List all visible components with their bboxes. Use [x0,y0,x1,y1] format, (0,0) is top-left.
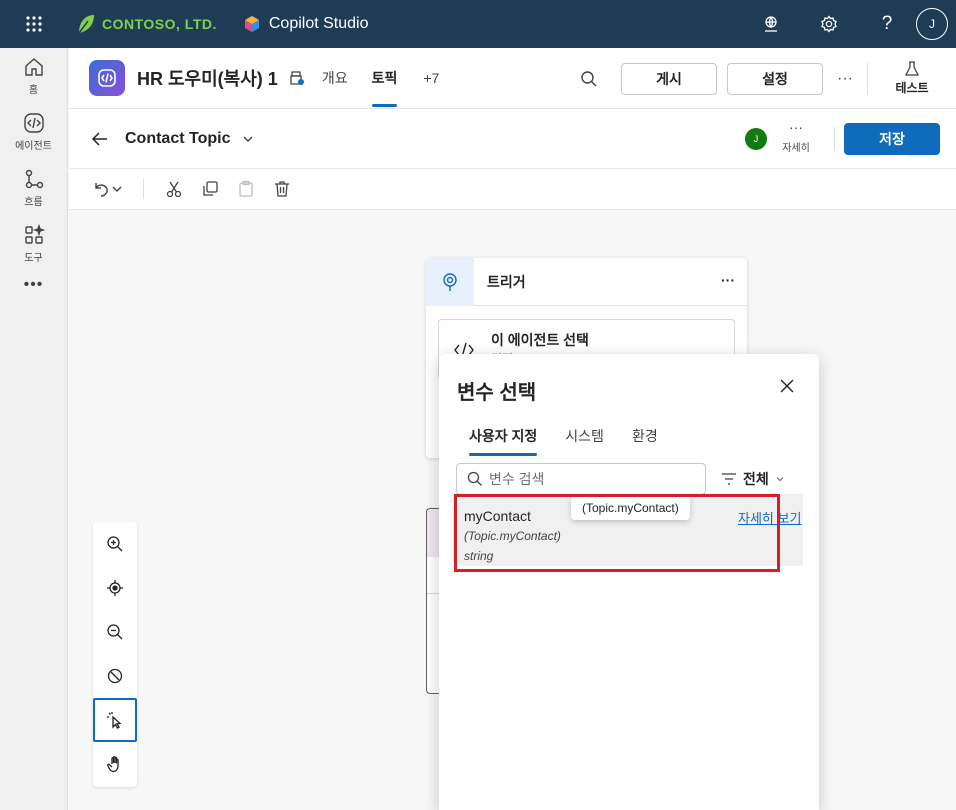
variable-picker-panel: 변수 선택 사용자 지정 시스템 환경 변수 검색 전체 myContact (… [439,354,819,810]
zoom-in-icon[interactable] [93,522,137,566]
user-avatar[interactable]: J [916,8,948,40]
trigger-more-button[interactable]: ··· [721,272,735,288]
divider [143,179,144,199]
nav-more-button[interactable]: ••• [0,276,67,294]
nav-label: 에이전트 [15,141,52,152]
leaf-icon [78,15,94,34]
topic-title[interactable]: Contact Topic [125,130,230,148]
search-icon [467,471,482,486]
pan-hand-icon[interactable] [93,742,137,786]
topic-more-button[interactable]: ··· 자세히 [781,119,811,154]
app-name: Copilot Studio [268,15,369,32]
trigger-condition-title: 이 에이전트 선택 [491,332,589,348]
tab-custom[interactable]: 사용자 지정 [457,422,549,456]
zoom-out-icon[interactable] [93,610,137,654]
delete-icon[interactable] [264,171,300,207]
nav-item-flows[interactable]: 흐름 [0,160,67,216]
variable-tabs: 사용자 지정 시스템 환경 [457,422,670,456]
tab-system[interactable]: 시스템 [553,422,616,456]
tab-topics[interactable]: 토픽 [371,48,397,109]
publish-button[interactable]: 게시 [621,62,717,95]
app-title[interactable]: Copilot Studio [243,15,369,33]
search-icon[interactable] [571,70,607,88]
test-button[interactable]: 테스트 [868,61,956,96]
variable-search-input[interactable]: 변수 검색 [456,463,706,495]
top-bar: CONTOSO, LTD. Copilot Studio ? J [0,0,956,48]
trigger-icon [426,257,474,306]
brand-logo: CONTOSO, LTD. [76,13,217,35]
tools-icon [24,224,45,244]
highlight-box [454,494,780,572]
brand-name: CONTOSO, LTD. [102,16,217,32]
edit-toolbar [69,169,956,210]
chevron-down-icon[interactable] [111,183,123,195]
filter-icon [722,473,736,485]
chevron-down-icon[interactable] [242,133,254,145]
copilot-studio-icon [244,16,259,32]
cut-icon[interactable] [156,171,192,207]
tab-environment[interactable]: 환경 [620,422,670,456]
agent-logo [89,60,125,96]
more-label: 자세히 [782,143,810,154]
more-options-button[interactable]: ··· [823,70,867,88]
tab-more[interactable]: +7 [423,48,439,109]
nav-item-agents[interactable]: 에이전트 [0,104,67,160]
minimap-toggle-icon[interactable] [93,654,137,698]
environment-icon[interactable] [742,0,800,48]
test-label: 테스트 [895,81,929,95]
settings-button[interactable]: 설정 [727,62,823,95]
nav-item-home[interactable]: 홈 [0,48,67,104]
more-dots: ··· [789,119,803,135]
panel-title: 변수 선택 [457,382,537,404]
collaborator-avatar[interactable]: J [745,128,767,150]
search-placeholder: 변수 검색 [489,471,545,487]
home-icon [24,58,43,76]
divider [834,127,835,151]
tab-overview[interactable]: 개요 [322,48,348,109]
nav-label: 도구 [24,253,43,264]
select-mode-icon[interactable] [93,698,137,742]
paste-icon [228,171,264,207]
trigger-title: 트리거 [487,273,526,290]
flows-icon [25,169,43,189]
recenter-icon[interactable] [93,566,137,610]
waffle-icon[interactable] [0,0,68,48]
chevron-down-icon [776,477,784,482]
close-icon[interactable] [779,378,795,399]
filter-label: 전체 [743,471,769,487]
variable-filter-dropdown[interactable]: 전체 [721,463,785,495]
nav-item-tools[interactable]: 도구 [0,216,67,272]
topic-header: Contact Topic J ··· 자세히 저장 [69,109,956,169]
agents-icon [23,113,44,133]
back-arrow-icon[interactable] [91,130,109,148]
copy-icon[interactable] [192,171,228,207]
settings-icon[interactable] [800,0,858,48]
flask-icon [904,61,920,76]
agent-header: HR 도우미(복사) 1 개요 토픽 +7 게시 설정 ··· 테스트 [69,48,956,109]
nav-label: 흐름 [24,197,43,208]
help-icon[interactable]: ? [858,0,916,48]
agent-name: HR 도우미(복사) 1 [137,69,278,89]
left-nav: 홈 에이전트 흐름 도구 ••• [0,48,68,810]
nav-label: 홈 [28,85,39,96]
save-button[interactable]: 저장 [844,123,940,155]
agent-edit-icon[interactable] [288,69,306,87]
canvas-zoom-controls [93,522,137,787]
